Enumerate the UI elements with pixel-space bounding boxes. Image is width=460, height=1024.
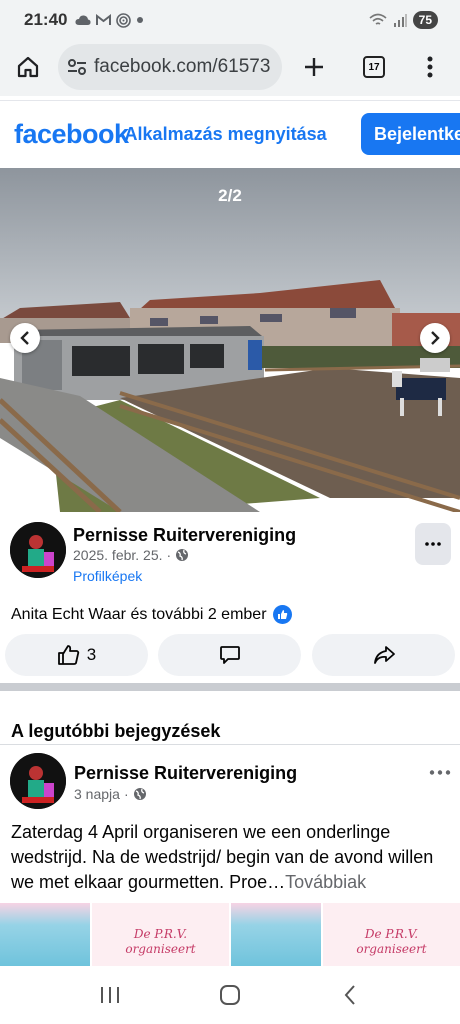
share-button[interactable]	[312, 634, 455, 676]
recent-post-images: De P.R.V. organiseert De P.R.V. organiseer…	[0, 903, 460, 966]
post-image-thumbnail[interactable]: De P.R.V. organiseert	[323, 903, 460, 966]
avatar[interactable]	[10, 753, 66, 809]
post-image-thumbnail[interactable]	[231, 903, 321, 966]
thumbs-up-icon	[57, 645, 79, 665]
recent-post-body: Zaterdag 4 April organiseren we een onde…	[11, 822, 434, 892]
post-author[interactable]: Pernisse Ruitervereniging	[73, 525, 296, 546]
home-icon	[17, 56, 39, 78]
post-image-thumbnail[interactable]: De P.R.V. organiseert	[92, 903, 229, 966]
post-date[interactable]: 2025. febr. 25.	[73, 547, 163, 563]
address-bar[interactable]: facebook.com/61573	[58, 44, 282, 90]
share-icon	[373, 646, 395, 664]
open-app-link[interactable]: Alkalmazás megnyitása	[125, 124, 327, 145]
recent-post-options-button[interactable]	[426, 764, 454, 780]
recents-icon	[101, 987, 119, 1003]
meta-separator: ·	[123, 786, 129, 802]
thumbnail-title: De P.R.V.	[364, 927, 419, 941]
facebook-header: facebook Alkalmazás megnyitása Bejelentk…	[0, 100, 460, 168]
post-photo[interactable]: 2/2	[0, 168, 460, 512]
prev-photo-button[interactable]	[10, 323, 40, 353]
like-reaction-icon	[272, 605, 292, 624]
gmail-icon	[96, 14, 112, 25]
recent-post-text: Zaterdag 4 April organiseren we een onde…	[11, 820, 451, 895]
login-button[interactable]: Bejelentkezés	[361, 113, 460, 155]
status-notification-icons	[75, 12, 144, 28]
recent-post-author[interactable]: Pernisse Ruitervereniging	[74, 763, 297, 784]
post-options-button[interactable]	[415, 523, 451, 565]
meta-separator: ·	[166, 547, 172, 563]
like-count: 3	[86, 645, 97, 664]
next-photo-button[interactable]	[420, 323, 450, 353]
dot-icon	[137, 17, 144, 23]
post-header: Pernisse Ruitervereniging 2025. febr. 25…	[0, 512, 460, 598]
home-nav-button[interactable]	[208, 975, 252, 1015]
new-tab-icon	[305, 58, 323, 76]
reactions-text: Anita Echt Waar és további 2 ember	[11, 605, 267, 623]
nfc-icon	[116, 12, 132, 28]
tabs-icon: 17	[363, 56, 385, 78]
post-meta: 2025. febr. 25. ·	[73, 547, 189, 563]
status-system-icons: 75	[369, 11, 438, 29]
avatar[interactable]	[10, 522, 66, 578]
thumbnail-subtitle: organiseert	[356, 942, 427, 956]
more-horizontal-icon	[429, 769, 451, 775]
chevron-right-icon	[431, 331, 440, 345]
home-circle-icon	[220, 985, 240, 1005]
more-horizontal-icon	[425, 542, 441, 546]
new-tab-button[interactable]	[292, 45, 336, 89]
status-bar: 21:40 75	[0, 0, 460, 40]
recent-posts-title: A legutóbbi bejegyzések	[11, 721, 221, 741]
browser-toolbar: facebook.com/61573 17	[0, 40, 460, 96]
menu-icon	[427, 56, 433, 78]
status-time: 21:40	[24, 10, 68, 29]
recent-post-meta: 3 napja ·	[74, 786, 147, 802]
like-button[interactable]: 3	[5, 634, 148, 676]
thumbnail-subtitle: organiseert	[125, 942, 196, 956]
globe-icon	[133, 788, 146, 800]
chevron-left-icon	[20, 331, 29, 345]
signal-icon	[393, 14, 407, 27]
album-link[interactable]: Profilképek	[73, 568, 142, 584]
back-button[interactable]	[328, 975, 372, 1015]
photo-counter: 2/2	[218, 186, 242, 205]
wifi-icon	[369, 13, 387, 25]
stable-photo	[0, 168, 460, 512]
url-text: facebook.com/61573	[94, 56, 271, 77]
comment-icon	[219, 646, 240, 664]
home-button[interactable]	[6, 45, 50, 89]
tabs-button[interactable]: 17	[352, 45, 396, 89]
see-more-link[interactable]: Továbbiak	[285, 872, 366, 892]
comment-button[interactable]	[158, 634, 301, 676]
facebook-logo[interactable]: facebook	[14, 119, 129, 150]
site-settings-icon[interactable]	[66, 56, 88, 78]
recents-button[interactable]	[88, 975, 132, 1015]
section-divider	[0, 683, 460, 691]
android-navigation-bar	[0, 966, 460, 1024]
cloud-icon	[75, 15, 92, 25]
post-actions: 3	[0, 634, 460, 678]
battery-icon: 75	[412, 11, 438, 29]
globe-icon	[176, 549, 189, 561]
section-line	[0, 744, 460, 745]
post-image-thumbnail[interactable]	[0, 903, 90, 966]
thumbnail-title: De P.R.V.	[133, 927, 188, 941]
back-icon	[344, 985, 355, 1005]
browser-menu-button[interactable]	[408, 45, 452, 89]
reactions-summary[interactable]: Anita Echt Waar és további 2 ember	[11, 605, 292, 624]
recent-post-time[interactable]: 3 napja	[74, 786, 120, 802]
